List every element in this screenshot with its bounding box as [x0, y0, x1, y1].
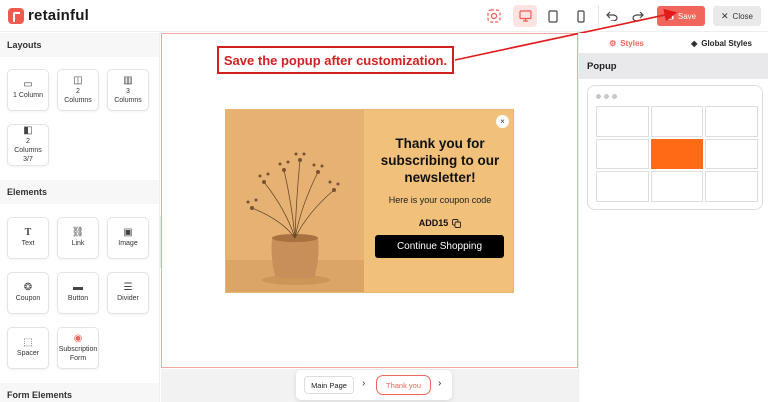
popup-section-heading: Popup: [579, 53, 768, 79]
window-dots: [596, 94, 617, 99]
vase-with-dried-flowers-image: [226, 110, 364, 292]
right-panel: ⚙ Styles ◈ Global Styles Popup: [578, 33, 768, 402]
popup-preview[interactable]: × Thank you for subscribing to our newsl…: [225, 109, 514, 293]
position-bottom-left[interactable]: [596, 171, 649, 202]
popup-subtitle: Here is your coupon code: [388, 195, 492, 205]
main-page-tab[interactable]: Main Page: [304, 376, 354, 394]
popup-position-picker: [587, 85, 763, 210]
copy-icon[interactable]: [452, 218, 462, 228]
close-icon: ×: [500, 117, 505, 126]
paint-bucket-icon: ◈: [691, 38, 698, 48]
chevron-right-icon[interactable]: ›: [438, 378, 441, 389]
tab-styles[interactable]: ⚙ Styles: [579, 33, 674, 53]
popup-title: Thank you for subscribing to our newslet…: [380, 136, 500, 185]
popup-close-button[interactable]: ×: [496, 115, 509, 128]
tab-global-styles[interactable]: ◈ Global Styles: [674, 33, 768, 53]
page-navigator: Main Page › Thank you ›: [296, 370, 452, 400]
position-grid: [596, 106, 758, 202]
style-tabs: ⚙ Styles ◈ Global Styles: [579, 33, 768, 53]
popup-image: [226, 110, 364, 292]
tab-label: Global Styles: [701, 38, 752, 48]
position-top-left[interactable]: [596, 106, 649, 137]
coupon-code: ADD15: [372, 218, 508, 228]
position-top-center[interactable]: [650, 106, 704, 137]
position-middle-left[interactable]: [596, 138, 649, 170]
position-middle-center[interactable]: [650, 138, 704, 170]
chevron-right-icon: ›: [362, 378, 366, 389]
coupon-code-text: ADD15: [418, 218, 449, 228]
position-top-right[interactable]: [705, 106, 758, 137]
gear-icon: ⚙: [609, 38, 617, 48]
continue-shopping-button[interactable]: Continue Shopping: [375, 235, 504, 258]
position-bottom-center[interactable]: [650, 171, 704, 202]
thank-you-page-tab[interactable]: Thank you: [376, 375, 431, 395]
tab-label: Styles: [620, 38, 644, 48]
position-middle-right[interactable]: [705, 138, 758, 170]
position-bottom-right[interactable]: [705, 171, 758, 202]
